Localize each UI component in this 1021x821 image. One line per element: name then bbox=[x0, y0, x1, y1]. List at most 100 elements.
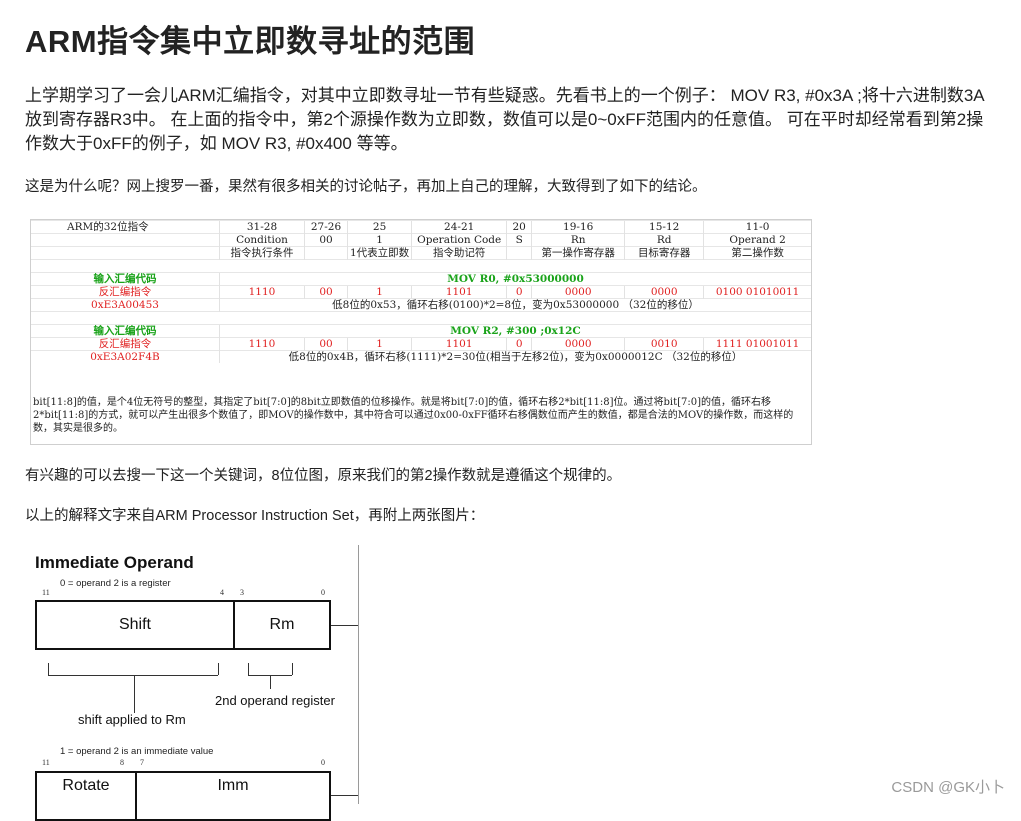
table-cell: 1 bbox=[346, 233, 412, 247]
shift-field-box: Shift bbox=[35, 600, 235, 650]
table-row: 0xE3A00453 低8位的0x53，循环右移(0100)*2=8位，变为0x… bbox=[31, 298, 811, 312]
table-row: 反汇编指令 1110 00 1 1101 0 0000 0000 0100 01… bbox=[31, 285, 811, 299]
table-cell: Rd bbox=[624, 233, 704, 247]
table-cell: 00 bbox=[304, 233, 348, 247]
table-footnote: bit[11:8]的值，是个4位无符号的整型，其指定了bit[7:0]的8bit… bbox=[33, 397, 794, 434]
table-cell: 0010 bbox=[624, 337, 704, 351]
diagram-title: Immediate Operand bbox=[35, 553, 194, 572]
paragraph-source: 以上的解释文字来自ARM Processor Instruction Set，再… bbox=[25, 508, 485, 524]
bracket-line bbox=[134, 675, 135, 713]
instruction-format-table-image: ARM的32位指令 31-28 27-26 25 24-21 20 19-16 … bbox=[30, 219, 812, 445]
bit-label: 3 bbox=[240, 588, 244, 597]
table-cell: 反汇编指令 bbox=[31, 285, 220, 299]
table-cell: ARM的32位指令 bbox=[31, 220, 220, 234]
bracket-line bbox=[218, 663, 219, 675]
immediate-operand-diagram: Immediate Operand 0 = operand 2 is a reg… bbox=[30, 545, 359, 821]
table-cell: 19-16 bbox=[531, 220, 625, 234]
table-cell: 0xE3A02F4B bbox=[31, 350, 220, 363]
table-row: Condition 00 1 Operation Code S Rn Rd Op… bbox=[31, 233, 811, 247]
bit-label: 0 bbox=[321, 758, 325, 767]
table-cell: 1101 bbox=[411, 285, 507, 299]
table-cell: 低8位的0x53，循环右移(0100)*2=8位，变为0x53000000 （3… bbox=[219, 298, 811, 312]
table-cell: MOV R2, #300 ;0x12C bbox=[219, 324, 811, 338]
bracket-line bbox=[248, 663, 249, 675]
watermark: CSDN @GK小卜 bbox=[891, 779, 1005, 796]
page-title: ARM指令集中立即数寻址的范围 bbox=[25, 24, 476, 59]
table-cell: 1110 bbox=[219, 337, 305, 351]
table-cell bbox=[31, 233, 220, 247]
table-cell: 输入汇编代码 bbox=[31, 324, 220, 338]
table-cell bbox=[506, 246, 532, 260]
table-cell: 1101 bbox=[411, 337, 507, 351]
rotate-field-box: Rotate bbox=[35, 771, 137, 821]
diagram-note-immediate: 1 = operand 2 is an immediate value bbox=[60, 746, 214, 757]
bit-label: 0 bbox=[321, 588, 325, 597]
rm-field-box: Rm bbox=[233, 600, 331, 650]
bit-label: 4 bbox=[220, 588, 224, 597]
bracket-line bbox=[48, 663, 49, 675]
table-cell: 1代表立即数 bbox=[346, 246, 412, 260]
table-cell: 第一操作寄存器 bbox=[531, 246, 625, 260]
table-cell: 0xE3A00453 bbox=[31, 298, 220, 312]
paragraph-intro: 上学期学习了一会儿ARM汇编指令，对其中立即数寻址一节有些疑惑。先看书上的一个例… bbox=[25, 86, 985, 153]
bracket-line bbox=[48, 675, 218, 676]
table-row: 0xE3A02F4B 低8位的0x4B，循环右移(1111)*2=30位(相当于… bbox=[31, 350, 811, 363]
diagram-note-register: 0 = operand 2 is a register bbox=[60, 578, 171, 589]
bit-label: 11 bbox=[42, 588, 50, 597]
table-cell bbox=[304, 246, 348, 260]
table-row bbox=[31, 311, 811, 325]
table-cell: 指令执行条件 bbox=[219, 246, 305, 260]
connector-line bbox=[331, 795, 358, 796]
table-cell: 15-12 bbox=[624, 220, 704, 234]
table-cell: Operation Code bbox=[411, 233, 507, 247]
table-cell: 反汇编指令 bbox=[31, 337, 220, 351]
table-row: 指令执行条件 1代表立即数 指令助记符 第一操作寄存器 目标寄存器 第二操作数 bbox=[31, 246, 811, 260]
bit-label: 8 bbox=[120, 758, 124, 767]
table-cell: 00 bbox=[304, 285, 348, 299]
table-row: 输入汇编代码 MOV R0, #0x53000000 bbox=[31, 272, 811, 286]
bit-label: 11 bbox=[42, 758, 50, 767]
table-cell: 1 bbox=[346, 337, 412, 351]
table-cell: Condition bbox=[219, 233, 305, 247]
table-cell: 0000 bbox=[531, 285, 625, 299]
table-cell: 0000 bbox=[624, 285, 704, 299]
table-cell: 24-21 bbox=[411, 220, 507, 234]
table-cell: 0000 bbox=[531, 337, 625, 351]
instruction-format-table: ARM的32位指令 31-28 27-26 25 24-21 20 19-16 … bbox=[31, 220, 811, 363]
table-cell: 00 bbox=[304, 337, 348, 351]
table-cell: S bbox=[506, 233, 532, 247]
table-row bbox=[31, 259, 811, 273]
table-cell: Operand 2 bbox=[703, 233, 811, 247]
paragraph-question: 这是为什么呢？网上搜罗一番，果然有很多相关的讨论帖子，再加上自己的理解，大致得到… bbox=[25, 179, 707, 195]
table-cell: 25 bbox=[346, 220, 412, 234]
table-cell: 1 bbox=[346, 285, 412, 299]
table-cell: 目标寄存器 bbox=[624, 246, 704, 260]
table-cell bbox=[31, 246, 220, 260]
table-cell: 1110 bbox=[219, 285, 305, 299]
table-cell: 低8位的0x4B，循环右移(1111)*2=30位(相当于左移2位)，变为0x0… bbox=[219, 350, 811, 363]
connector-line bbox=[331, 625, 358, 626]
bracket-line bbox=[292, 663, 293, 675]
table-cell: 31-28 bbox=[219, 220, 305, 234]
table-row: 输入汇编代码 MOV R2, #300 ;0x12C bbox=[31, 324, 811, 338]
table-cell: 0 bbox=[506, 285, 532, 299]
table-row: ARM的32位指令 31-28 27-26 25 24-21 20 19-16 … bbox=[31, 220, 811, 234]
table-cell: 0 bbox=[506, 337, 532, 351]
imm-field-box: Imm bbox=[135, 771, 331, 821]
table-cell: Rn bbox=[531, 233, 625, 247]
table-row: 反汇编指令 1110 00 1 1101 0 0000 0010 1111 01… bbox=[31, 337, 811, 351]
table-cell: 0100 01010011 bbox=[703, 285, 811, 299]
table-cell: 1111 01001011 bbox=[703, 337, 811, 351]
paragraph-keyword: 有兴趣的可以去搜一下这一个关键词，8位位图，原来我们的第2操作数就是遵循这个规律… bbox=[25, 468, 622, 484]
rm-description: 2nd operand register bbox=[215, 693, 335, 708]
table-cell: 输入汇编代码 bbox=[31, 272, 220, 286]
table-cell: 20 bbox=[506, 220, 532, 234]
table-cell: MOV R0, #0x53000000 bbox=[219, 272, 811, 286]
table-cell: 27-26 bbox=[304, 220, 348, 234]
table-cell: 第二操作数 bbox=[703, 246, 811, 260]
table-cell: 指令助记符 bbox=[411, 246, 507, 260]
bit-label: 7 bbox=[140, 758, 144, 767]
table-cell: 11-0 bbox=[703, 220, 811, 234]
bracket-line bbox=[270, 675, 271, 689]
shift-description: shift applied to Rm bbox=[78, 712, 186, 727]
